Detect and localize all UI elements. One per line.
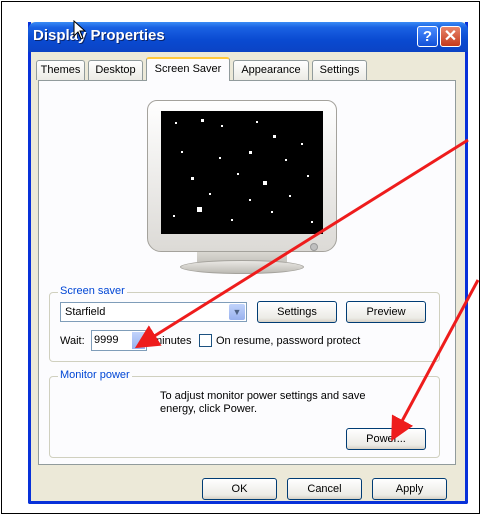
screen-saver-group-label: Screen saver (58, 285, 127, 297)
apply-button[interactable]: Apply (372, 478, 447, 500)
tab-appearance[interactable]: Appearance (233, 60, 309, 80)
wait-minutes-stepper[interactable]: 9999 (91, 330, 147, 351)
screen-saver-selected: Starfield (65, 306, 106, 318)
tab-desktop[interactable]: Desktop (88, 60, 143, 80)
settings-button[interactable]: Settings (257, 301, 337, 323)
monitor-power-group-label: Monitor power (58, 369, 132, 381)
close-button[interactable]: ✕ (440, 26, 461, 47)
minutes-label: minutes (153, 335, 192, 347)
spin-arrows-icon[interactable] (132, 332, 145, 349)
monitor-base (180, 260, 304, 274)
cancel-button[interactable]: Cancel (287, 478, 362, 500)
ok-button[interactable]: OK (202, 478, 277, 500)
window-title: Display Properties (33, 27, 165, 44)
title-bar[interactable]: Display Properties ? ✕ (28, 22, 468, 52)
tab-screen-saver[interactable]: Screen Saver (146, 57, 230, 81)
monitor-power-light-icon (310, 243, 318, 251)
chevron-down-icon[interactable]: ▼ (229, 304, 245, 320)
wait-label: Wait: (60, 335, 85, 347)
screen-saver-select[interactable]: Starfield ▼ (60, 302, 247, 322)
wait-value: 9999 (94, 334, 119, 346)
screen-saver-preview-screen (161, 111, 323, 234)
preview-button[interactable]: Preview (346, 301, 426, 323)
tab-themes[interactable]: Themes (36, 60, 85, 80)
password-protect-checkbox[interactable] (199, 334, 212, 347)
help-button[interactable]: ? (417, 26, 438, 47)
monitor-power-description: To adjust monitor power settings and sav… (160, 390, 366, 415)
password-protect-label: On resume, password protect (216, 335, 361, 347)
mouse-cursor-icon (73, 20, 87, 40)
tab-settings[interactable]: Settings (312, 60, 367, 80)
power-button[interactable]: Power... (346, 428, 426, 450)
